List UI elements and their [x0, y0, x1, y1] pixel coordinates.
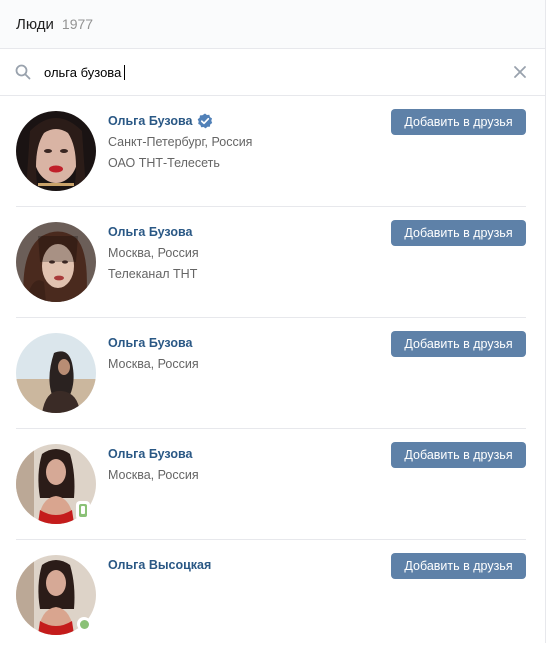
avatar[interactable] [16, 222, 96, 302]
people-search-panel: Люди 1977 ольга бузова Ольга Бузова Санк… [0, 0, 546, 643]
user-info: Ольга Бузова Москва, Россия [108, 334, 199, 373]
user-info: Ольга Бузова Санкт-Петербург, Россия ОАО… [108, 112, 252, 172]
search-bar: ольга бузова [0, 49, 545, 96]
close-icon[interactable] [513, 65, 527, 79]
page-title: Люди [16, 15, 54, 33]
user-name-link[interactable]: Ольга Бузова [108, 447, 192, 461]
user-info: Ольга Бузова Москва, Россия Телеканал ТН… [108, 223, 199, 283]
user-info: Ольга Бузова Москва, Россия [108, 445, 199, 484]
add-friend-button[interactable]: Добавить в друзья [391, 442, 526, 468]
user-location: Санкт-Петербург, Россия [108, 135, 253, 149]
verified-badge-icon [198, 113, 213, 129]
user-name-link[interactable]: Ольга Бузова [108, 336, 192, 350]
user-location: Москва, Россия [108, 246, 199, 260]
add-friend-button[interactable]: Добавить в друзья [391, 109, 526, 135]
user-workplace: ОАО ТНТ-Телесеть [108, 156, 220, 170]
user-location: Москва, Россия [108, 468, 199, 482]
user-workplace: Телеканал ТНТ [108, 267, 198, 281]
online-mobile-icon [76, 501, 90, 520]
panel-header: Люди 1977 [0, 0, 545, 49]
avatar[interactable] [16, 111, 96, 191]
search-input-value: ольга бузова [44, 64, 122, 80]
results-count: 1977 [61, 16, 94, 32]
user-name-link[interactable]: Ольга Высоцкая [108, 558, 211, 572]
text-caret [124, 64, 126, 80]
avatar[interactable] [16, 333, 96, 413]
list-item: Ольга Бузова Москва, Россия Добавить в д… [0, 429, 546, 540]
user-info: Ольга Высоцкая [108, 556, 211, 574]
user-name-link[interactable]: Ольга Бузова [108, 225, 192, 239]
list-item: Ольга Бузова Санкт-Петербург, Россия ОАО… [0, 96, 546, 207]
search-icon[interactable] [15, 64, 31, 80]
add-friend-button[interactable]: Добавить в друзья [391, 553, 526, 579]
search-input[interactable]: ольга бузова [44, 61, 484, 83]
list-item: Ольга Бузова Москва, Россия Добавить в д… [0, 318, 546, 429]
user-location: Москва, Россия [108, 357, 199, 371]
list-item: Ольга Бузова Москва, Россия Телеканал ТН… [0, 207, 546, 318]
add-friend-button[interactable]: Добавить в друзья [391, 220, 526, 246]
user-name-link[interactable]: Ольга Бузова [108, 114, 192, 128]
list-item: Ольга Высоцкая Добавить в друзья [0, 540, 546, 651]
add-friend-button[interactable]: Добавить в друзья [391, 331, 526, 357]
online-status-icon [77, 617, 91, 631]
